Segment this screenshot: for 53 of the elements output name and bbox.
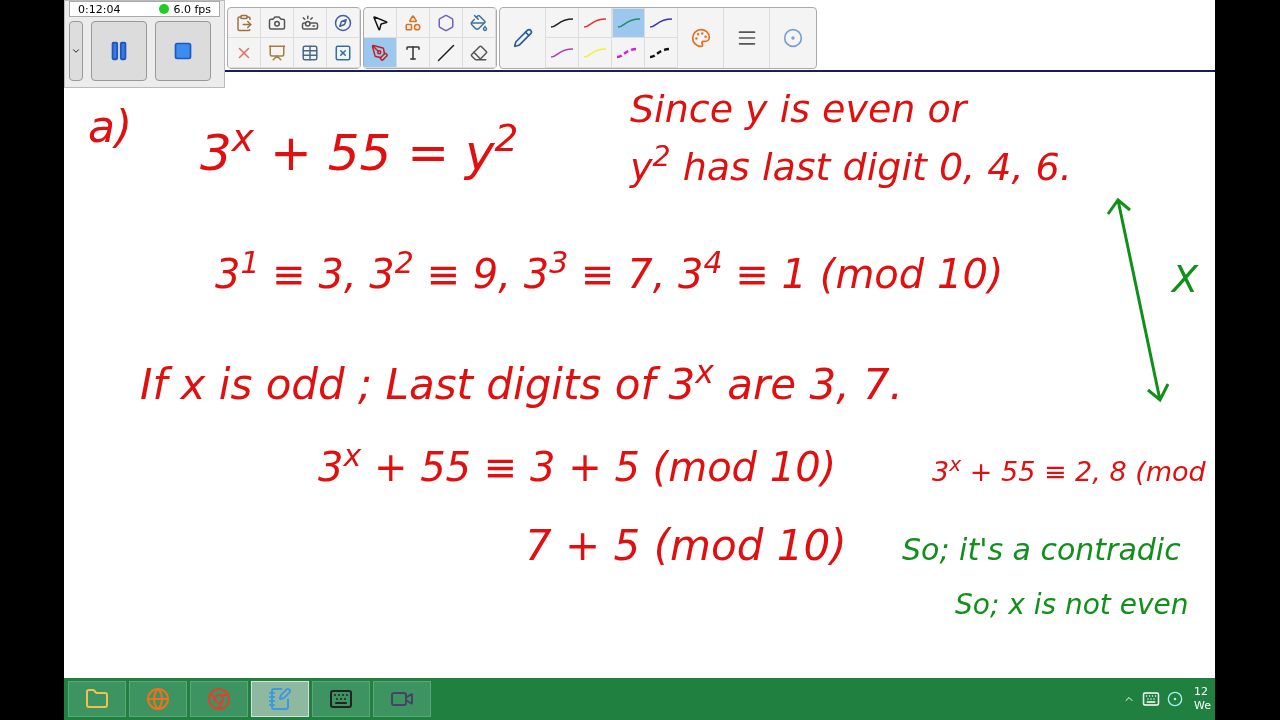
globe-icon <box>146 687 170 711</box>
palette-icon <box>690 28 711 48</box>
elapsed-time: 0:12:04 <box>78 3 121 15</box>
clock-time[interactable]: 12 <box>1194 685 1211 699</box>
screen-icon <box>268 43 286 62</box>
paste-icon <box>235 13 253 32</box>
handwritten-text: So; x is not even <box>955 587 1189 623</box>
caret-icon <box>71 46 81 56</box>
hexagon-icon <box>437 13 455 32</box>
folder-icon <box>85 687 109 711</box>
stop-button[interactable] <box>155 21 211 81</box>
keyboard-icon <box>329 687 353 711</box>
cursor-icon <box>371 13 389 32</box>
shapes-icon <box>404 13 422 32</box>
notebook-icon <box>268 687 292 711</box>
handwritten-text: 3$^{1}$ ≡ 3, 3$^{2}$ ≡ 9, 3$^{3}$ ≡ 7, 3$^{4}$ ≡ 1 (mod 10) <box>215 247 1004 299</box>
handwritten-text: 7 + 5 (mod 10) <box>525 520 847 572</box>
taskbar-button[interactable] <box>373 681 431 717</box>
pencil-icon <box>512 28 533 48</box>
handwritten-text: a) <box>88 100 133 154</box>
handwritten-text: y$^{2}$ has last digit 0, 4, 6. <box>630 142 1072 191</box>
text-icon <box>404 43 422 62</box>
pen-style-button[interactable] <box>645 38 678 68</box>
camera-icon <box>268 13 286 32</box>
chrome-icon <box>207 687 231 711</box>
tool-button[interactable] <box>463 38 496 68</box>
tool-button[interactable] <box>294 8 327 38</box>
table-icon <box>301 43 319 62</box>
tray-disc-icon[interactable] <box>1167 691 1183 707</box>
handwritten-text: X <box>1172 256 1199 303</box>
pen-icon <box>371 43 389 62</box>
close-icon <box>334 43 352 62</box>
handwritten-text: 3$^{x}$ + 55 ≡ 3 + 5 (mod 10) <box>318 440 837 492</box>
handwritten-text: If x is odd ; Last digits of 3$^{x}$ are 3, 7. <box>140 357 903 411</box>
handwritten-text: So; it's a contradic <box>902 531 1181 569</box>
tool-button[interactable] <box>261 8 294 38</box>
lines-icon <box>736 28 757 48</box>
projector-icon <box>301 13 319 32</box>
frame-rate: 6.0 fps <box>173 3 211 15</box>
pen-style-button[interactable] <box>546 8 579 38</box>
stop-icon <box>173 41 193 61</box>
line-icon <box>437 43 455 62</box>
compass-icon <box>334 13 352 32</box>
handwritten-text: 3$^{x}$ + 55 ≡ 2, 8 (mod <box>932 454 1206 489</box>
handwritten-text: Since y is even or <box>630 86 967 133</box>
handwritten-text: 3$^{x}$ + 55 = y$^{2}$ <box>200 120 519 184</box>
paint-bucket-icon <box>470 13 488 32</box>
taskbar-button[interactable] <box>312 681 370 717</box>
dropdown-button[interactable] <box>69 21 83 81</box>
keyboard-icon[interactable] <box>1142 690 1160 708</box>
pause-button[interactable] <box>91 21 147 81</box>
clock-day[interactable]: We <box>1194 699 1211 713</box>
eraser-icon <box>470 43 488 62</box>
